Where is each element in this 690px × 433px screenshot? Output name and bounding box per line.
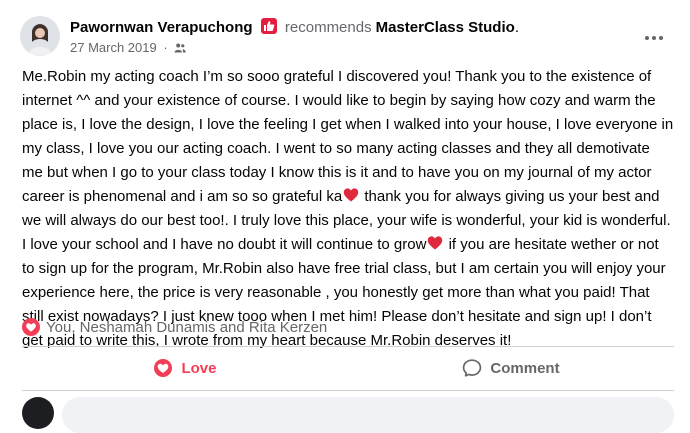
page-name-link[interactable]: MasterClass Studio bbox=[376, 19, 515, 36]
friends-icon[interactable] bbox=[174, 42, 187, 54]
red-heart-icon bbox=[343, 188, 359, 202]
comment-composer bbox=[22, 397, 674, 433]
more-options-icon[interactable] bbox=[636, 20, 672, 56]
viewer-avatar[interactable] bbox=[22, 397, 54, 429]
post-header: Pawornwan Verapuchong recommends MasterCl… bbox=[20, 14, 680, 64]
post-date[interactable]: 27 March 2019 bbox=[70, 40, 157, 55]
author-avatar[interactable] bbox=[20, 16, 60, 56]
love-icon bbox=[154, 359, 173, 377]
post-text: Me.Robin my acting coach I’m so sooo gra… bbox=[22, 65, 674, 353]
post-paragraph: Me.Robin my acting coach I’m so sooo gra… bbox=[22, 65, 674, 353]
love-button[interactable]: Love bbox=[22, 350, 348, 386]
reactions-summary[interactable]: You, Neshamah Dunamis and Rita Kerzen bbox=[22, 316, 327, 338]
author-name[interactable]: Pawornwan Verapuchong bbox=[70, 19, 253, 36]
header-text: Pawornwan Verapuchong recommends MasterCl… bbox=[70, 18, 640, 57]
comment-input[interactable] bbox=[62, 397, 674, 433]
comment-label: Comment bbox=[490, 359, 560, 377]
divider bbox=[22, 390, 674, 391]
avatar-image bbox=[20, 16, 60, 56]
love-reaction-icon bbox=[22, 318, 40, 336]
comment-icon bbox=[463, 359, 482, 377]
post-actions: Love Comment bbox=[22, 350, 674, 386]
red-heart-icon bbox=[428, 236, 443, 250]
post-text-part-1: Me.Robin my acting coach I’m so sooo gra… bbox=[22, 68, 674, 205]
name-line: Pawornwan Verapuchong recommends MasterCl… bbox=[70, 18, 640, 38]
reaction-names[interactable]: You, Neshamah Dunamis and Rita Kerzen bbox=[46, 319, 327, 336]
divider bbox=[22, 346, 674, 347]
comment-button[interactable]: Comment bbox=[348, 350, 674, 386]
meta-separator: · bbox=[163, 40, 168, 55]
page-name-suffix: . bbox=[514, 19, 519, 36]
recommends-label: recommends bbox=[284, 19, 372, 36]
love-label: Love bbox=[181, 359, 217, 377]
recommend-badge-icon bbox=[260, 18, 277, 34]
post-meta: 27 March 2019 · bbox=[70, 39, 640, 57]
